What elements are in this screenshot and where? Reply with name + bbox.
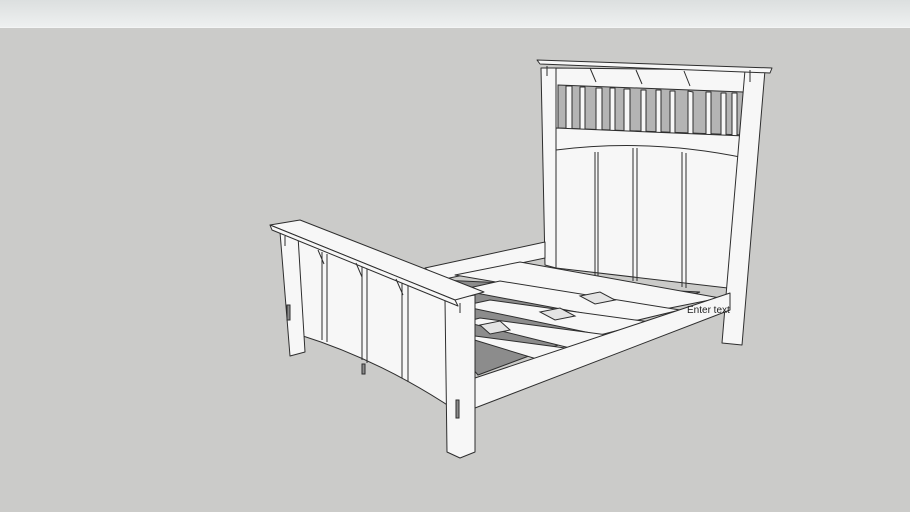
footboard bbox=[269, 219, 485, 459]
enter-text-label[interactable]: Enter text bbox=[687, 305, 730, 316]
3d-viewport[interactable] bbox=[0, 0, 910, 512]
